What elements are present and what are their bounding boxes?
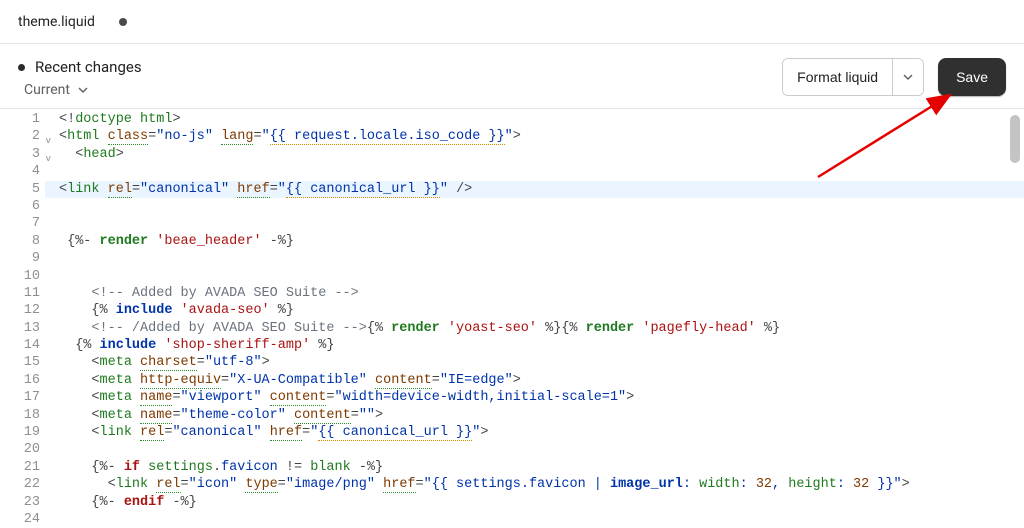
line-number: 1 — [0, 111, 43, 128]
version-dropdown[interactable]: Current — [24, 82, 142, 98]
line-number: 3v — [0, 146, 43, 163]
code-line[interactable] — [59, 198, 1024, 215]
line-number: 16 — [0, 372, 43, 389]
fold-chevron-icon[interactable]: v — [46, 133, 51, 150]
chevron-down-icon — [78, 87, 88, 93]
code-line[interactable]: <!doctype html> — [59, 111, 1024, 128]
format-split-button: Format liquid — [782, 58, 924, 96]
code-line[interactable] — [59, 511, 1024, 528]
code-line[interactable] — [59, 163, 1024, 180]
code-content[interactable]: <!doctype html><html class="no-js" lang=… — [45, 109, 1024, 528]
line-number-gutter: 12v3v45678910111213141516171819202122232… — [0, 109, 45, 528]
line-number: 2v — [0, 128, 43, 145]
chevron-down-icon — [903, 74, 913, 80]
line-number: 8 — [0, 233, 43, 250]
code-line[interactable]: {%- endif -%} — [59, 494, 1024, 511]
format-liquid-button[interactable]: Format liquid — [783, 59, 892, 95]
code-line[interactable]: <link rel="icon" type="image/png" href="… — [59, 476, 1024, 493]
code-line[interactable] — [59, 215, 1024, 232]
code-line[interactable]: <html class="no-js" lang="{{ request.loc… — [59, 128, 1024, 145]
code-line[interactable]: <meta http-equiv="X-UA-Compatible" conte… — [59, 372, 1024, 389]
line-number: 12 — [0, 302, 43, 319]
line-number: 4 — [0, 163, 43, 180]
line-number: 19 — [0, 424, 43, 441]
code-line[interactable] — [59, 268, 1024, 285]
tab-filename: theme.liquid — [18, 14, 95, 30]
unsaved-dot-icon — [119, 18, 127, 26]
toolbar-left: Recent changes Current — [18, 58, 142, 98]
format-dropdown-button[interactable] — [892, 59, 923, 95]
line-number: 11 — [0, 285, 43, 302]
toolbar-right: Format liquid Save — [782, 58, 1006, 96]
code-line[interactable]: {% include 'shop-sheriff-amp' %} — [59, 337, 1024, 354]
line-number: 17 — [0, 389, 43, 406]
code-line[interactable] — [59, 441, 1024, 458]
code-line[interactable]: {%- if settings.favicon != blank -%} — [59, 459, 1024, 476]
line-number: 14 — [0, 337, 43, 354]
scrollbar[interactable] — [1010, 115, 1020, 515]
line-number: 7 — [0, 215, 43, 232]
fold-chevron-icon[interactable]: v — [46, 151, 51, 168]
line-number: 24 — [0, 511, 43, 528]
toolbar: Recent changes Current Format liquid Sav… — [0, 44, 1024, 109]
line-number: 20 — [0, 441, 43, 458]
scrollbar-thumb[interactable] — [1010, 115, 1020, 163]
recent-changes-label: Recent changes — [35, 58, 142, 76]
line-number: 18 — [0, 407, 43, 424]
code-line[interactable]: {% include 'avada-seo' %} — [59, 302, 1024, 319]
line-number: 21 — [0, 459, 43, 476]
file-tab[interactable]: theme.liquid — [18, 14, 127, 30]
code-line[interactable]: <meta charset="utf-8"> — [59, 354, 1024, 371]
code-line[interactable]: <head> — [59, 146, 1024, 163]
current-version-label: Current — [24, 82, 70, 98]
save-button[interactable]: Save — [938, 58, 1006, 96]
code-editor[interactable]: 12v3v45678910111213141516171819202122232… — [0, 109, 1024, 528]
line-number: 13 — [0, 320, 43, 337]
line-number: 9 — [0, 250, 43, 267]
line-number: 6 — [0, 198, 43, 215]
code-line[interactable]: <meta name="theme-color" content=""> — [59, 407, 1024, 424]
recent-dot-icon — [18, 64, 25, 71]
code-line[interactable]: <link rel="canonical" href="{{ canonical… — [45, 181, 1024, 198]
line-number: 23 — [0, 494, 43, 511]
recent-changes-row: Recent changes — [18, 58, 142, 76]
code-line[interactable]: <meta name="viewport" content="width=dev… — [59, 389, 1024, 406]
code-line[interactable] — [59, 250, 1024, 267]
code-line[interactable]: <!-- Added by AVADA SEO Suite --> — [59, 285, 1024, 302]
line-number: 10 — [0, 268, 43, 285]
line-number: 22 — [0, 476, 43, 493]
code-line[interactable]: {%- render 'beae_header' -%} — [59, 233, 1024, 250]
tab-bar: theme.liquid — [0, 0, 1024, 44]
line-number: 15 — [0, 354, 43, 371]
line-number: 5 — [0, 181, 43, 198]
code-line[interactable]: <!-- /Added by AVADA SEO Suite -->{% ren… — [59, 320, 1024, 337]
code-line[interactable]: <link rel="canonical" href="{{ canonical… — [59, 424, 1024, 441]
